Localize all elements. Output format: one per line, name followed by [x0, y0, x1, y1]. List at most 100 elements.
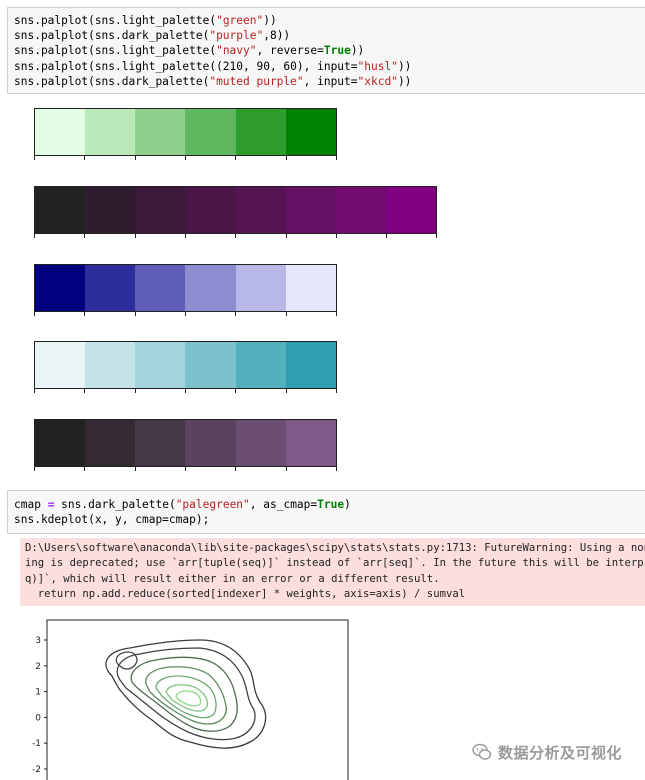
contour-mid-3 [155, 675, 217, 719]
palette-tick [436, 234, 438, 238]
code-line: cmap = sns.dark_palette("palegreen", as_… [14, 498, 351, 511]
code-line: sns.palplot(sns.light_palette((210, 90, … [14, 59, 412, 73]
kde-plot: 3 2 1 0 -1 -2 [32, 619, 349, 780]
y-tick-label: 1 [35, 688, 41, 698]
code-line: sns.palplot(sns.dark_palette("purple",8)… [14, 29, 291, 43]
palette-tick [134, 156, 136, 160]
palette-tick [134, 234, 136, 238]
palette-tick [84, 389, 86, 393]
y-tick-label: 3 [35, 636, 41, 646]
palette-tick [34, 389, 35, 393]
y-tick-label: 0 [35, 713, 41, 723]
palette-swatch [336, 187, 387, 233]
palette-tick [235, 234, 237, 238]
palette-swatch [35, 187, 86, 233]
palette-tick [84, 156, 86, 160]
palette-swatch [285, 420, 336, 466]
palette-swatch [85, 109, 136, 155]
palette-muted-purple-dark [34, 419, 337, 467]
palette-tick [184, 156, 186, 160]
palette-swatch [235, 420, 286, 466]
palette-tick [285, 389, 287, 393]
stderr-line: q)]`, which will result either in an err… [25, 572, 440, 585]
palette-swatch [185, 187, 236, 233]
palette-tick [84, 467, 86, 471]
palette-swatch [135, 420, 186, 466]
code-cell-kdeplot[interactable]: cmap = sns.dark_palette("palegreen", as_… [7, 490, 645, 534]
stderr-line: return np.add.reduce(sorted[indexer] * w… [25, 588, 466, 601]
palette-tick [184, 389, 186, 393]
palette-tick [34, 467, 35, 471]
palette-tick [84, 312, 86, 316]
palette-swatch [135, 109, 186, 155]
palette-swatch [35, 342, 86, 388]
code-line: sns.palplot(sns.light_palette("navy", re… [14, 44, 365, 58]
palette-tick [235, 156, 237, 160]
plot-frame [46, 619, 349, 780]
palette-swatch [235, 342, 286, 388]
wechat-icon [472, 743, 492, 760]
palette-swatch [235, 109, 286, 155]
palette-tick [34, 312, 35, 316]
code-editor[interactable]: cmap = sns.dark_palette("palegreen", as_… [8, 491, 645, 527]
palette-swatch [235, 187, 286, 233]
palette-swatch [35, 420, 86, 466]
palette-tick [235, 389, 237, 393]
y-tick-label: 2 [35, 662, 41, 672]
palette-swatch [185, 342, 236, 388]
palette-swatch [285, 187, 337, 233]
contour-inner-2 [175, 690, 202, 707]
watermark-text: 数据分析及可视化 [498, 743, 623, 762]
palette-swatch [85, 265, 136, 311]
palette-swatch [35, 109, 86, 155]
palette-swatch [185, 265, 236, 311]
palette-tick [134, 312, 136, 316]
palette-tick [184, 467, 186, 471]
palette-tick [285, 156, 287, 160]
code-line: sns.palplot(sns.dark_palette("muted purp… [14, 74, 412, 88]
palette-swatch [85, 420, 136, 466]
palette-tick [134, 467, 136, 471]
palette-tick [285, 467, 287, 471]
palette-swatch [85, 342, 136, 388]
palette-swatch [135, 342, 186, 388]
palette-tick [184, 234, 186, 238]
palette-tick [134, 389, 136, 393]
palette-tick [335, 234, 337, 238]
palette-swatch [285, 109, 336, 155]
palette-purple-dark [34, 186, 438, 234]
palette-swatch [85, 187, 136, 233]
code-editor[interactable]: sns.palplot(sns.light_palette("green")) … [8, 8, 645, 89]
palette-tick [335, 156, 337, 160]
palette-tick [335, 389, 337, 393]
watermark: 数据分析及可视化 [472, 742, 622, 762]
palette-swatch [185, 109, 236, 155]
palette-tick [84, 234, 86, 238]
code-line: sns.palplot(sns.light_palette("green")) [14, 14, 277, 27]
palette-tick [235, 312, 237, 316]
code-line: sns.kdeplot(x, y, cmap=cmap); [14, 513, 210, 527]
palette-tick [335, 312, 337, 316]
palette-tick [285, 312, 287, 316]
y-tick-label: -1 [32, 739, 41, 749]
palette-tick [335, 467, 337, 471]
palette-tick [34, 234, 35, 238]
kde-contours [105, 639, 267, 749]
palette-swatch [135, 187, 186, 233]
y-axis: 3 2 1 0 -1 -2 [32, 636, 47, 775]
code-cell-palettes[interactable]: sns.palplot(sns.light_palette("green")) … [7, 7, 645, 94]
palette-swatch [185, 420, 236, 466]
palette-swatch [135, 265, 186, 311]
palette-tick [34, 156, 35, 160]
palette-tick [285, 234, 287, 238]
palette-husl-light [34, 341, 337, 389]
palette-swatch [386, 187, 437, 233]
contour-inner-1 [165, 684, 209, 712]
palette-tick [386, 234, 388, 238]
palette-green-light [34, 108, 337, 156]
palette-tick [235, 467, 237, 471]
palette-swatch [285, 265, 336, 311]
y-tick-label: -2 [32, 765, 41, 775]
contour-outer-2 [116, 647, 256, 741]
stderr-output: D:\Users\software\anaconda\lib\site-pack… [20, 538, 645, 606]
